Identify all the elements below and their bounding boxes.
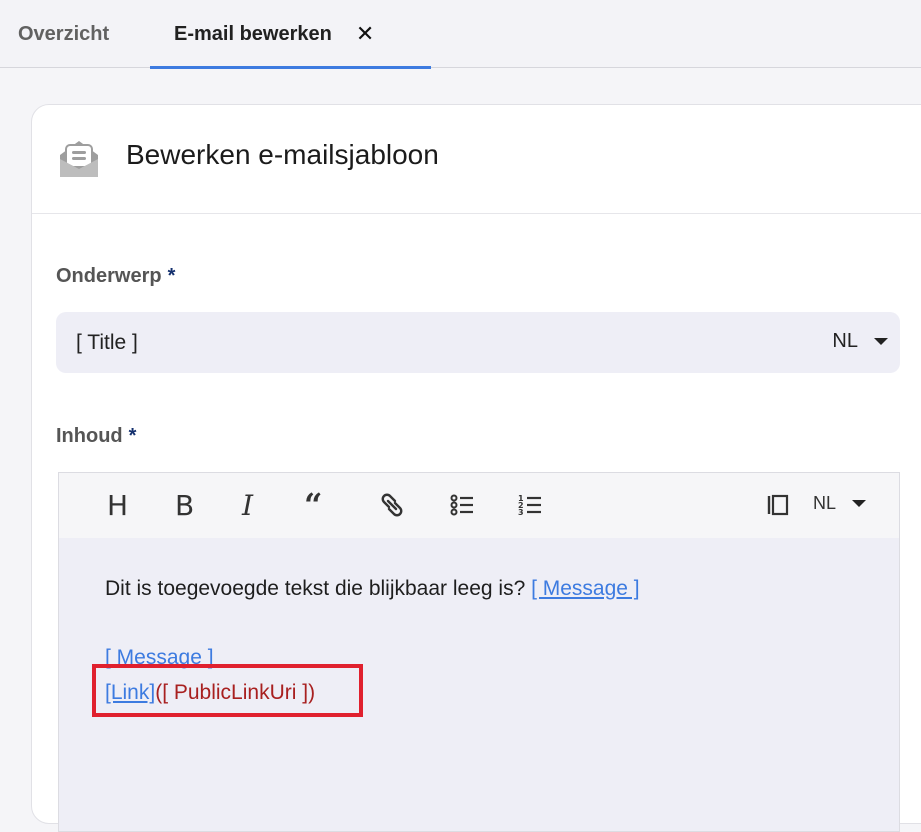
caret-down-icon — [874, 338, 888, 345]
editor-toolbar: H B I “ 1 2 3 NL — [59, 473, 899, 539]
tab-bar: Overzicht E-mail bewerken ✕ — [0, 0, 921, 69]
message-placeholder-tag[interactable]: [ Message ] — [531, 577, 640, 600]
email-template-icon — [60, 141, 98, 177]
tab-overview-label: Overzicht — [18, 22, 110, 45]
tab-edit-email-label: E-mail bewerken — [174, 22, 332, 45]
italic-button[interactable]: I — [242, 487, 253, 523]
editor-language-select[interactable]: NL — [813, 485, 867, 521]
tab-overview[interactable]: Overzicht — [18, 0, 109, 68]
heading-button[interactable]: H — [107, 487, 128, 523]
bullet-list-button[interactable] — [447, 487, 477, 523]
split-view-icon — [767, 494, 789, 516]
quote-button[interactable]: “ — [304, 486, 322, 524]
content-line: Dit is toegevoegde tekst die blijkbaar l… — [105, 577, 640, 601]
editor-language-value: NL — [813, 492, 837, 513]
tab-edit-email[interactable]: E-mail bewerken ✕ — [150, 0, 431, 69]
required-marker: * — [167, 265, 176, 287]
highlight-annotation — [92, 664, 363, 717]
side-by-side-button[interactable] — [763, 487, 793, 523]
numbered-list-button[interactable]: 1 2 3 — [515, 487, 545, 523]
bullet-list-icon — [450, 494, 473, 516]
subject-language-value: NL — [832, 330, 858, 352]
card-header: Bewerken e-mailsjabloon — [32, 105, 921, 214]
content-label-text: Inhoud — [56, 425, 123, 447]
bold-button[interactable]: B — [175, 487, 194, 523]
subject-value: [ Title ] — [76, 331, 138, 354]
content-editor: H B I “ 1 2 3 NL Dit is toegevoegde teks… — [58, 472, 900, 832]
page-title: Bewerken e-mailsjabloon — [126, 139, 439, 170]
caret-down-icon — [852, 499, 867, 507]
content-label: Inhoud * — [56, 425, 136, 448]
subject-language-select[interactable]: NL — [832, 330, 888, 353]
subject-label: Onderwerp * — [56, 265, 175, 288]
content-text: Dit is toegevoegde tekst die blijkbaar l… — [105, 577, 532, 600]
link-button[interactable] — [377, 487, 407, 523]
subject-label-text: Onderwerp — [56, 265, 162, 287]
required-marker: * — [128, 425, 137, 447]
close-icon[interactable]: ✕ — [356, 23, 374, 45]
svg-text:3: 3 — [518, 508, 524, 517]
numbered-list-icon: 1 2 3 — [518, 494, 541, 517]
subject-input[interactable]: [ Title ] NL — [56, 312, 900, 373]
link-icon — [381, 493, 403, 517]
